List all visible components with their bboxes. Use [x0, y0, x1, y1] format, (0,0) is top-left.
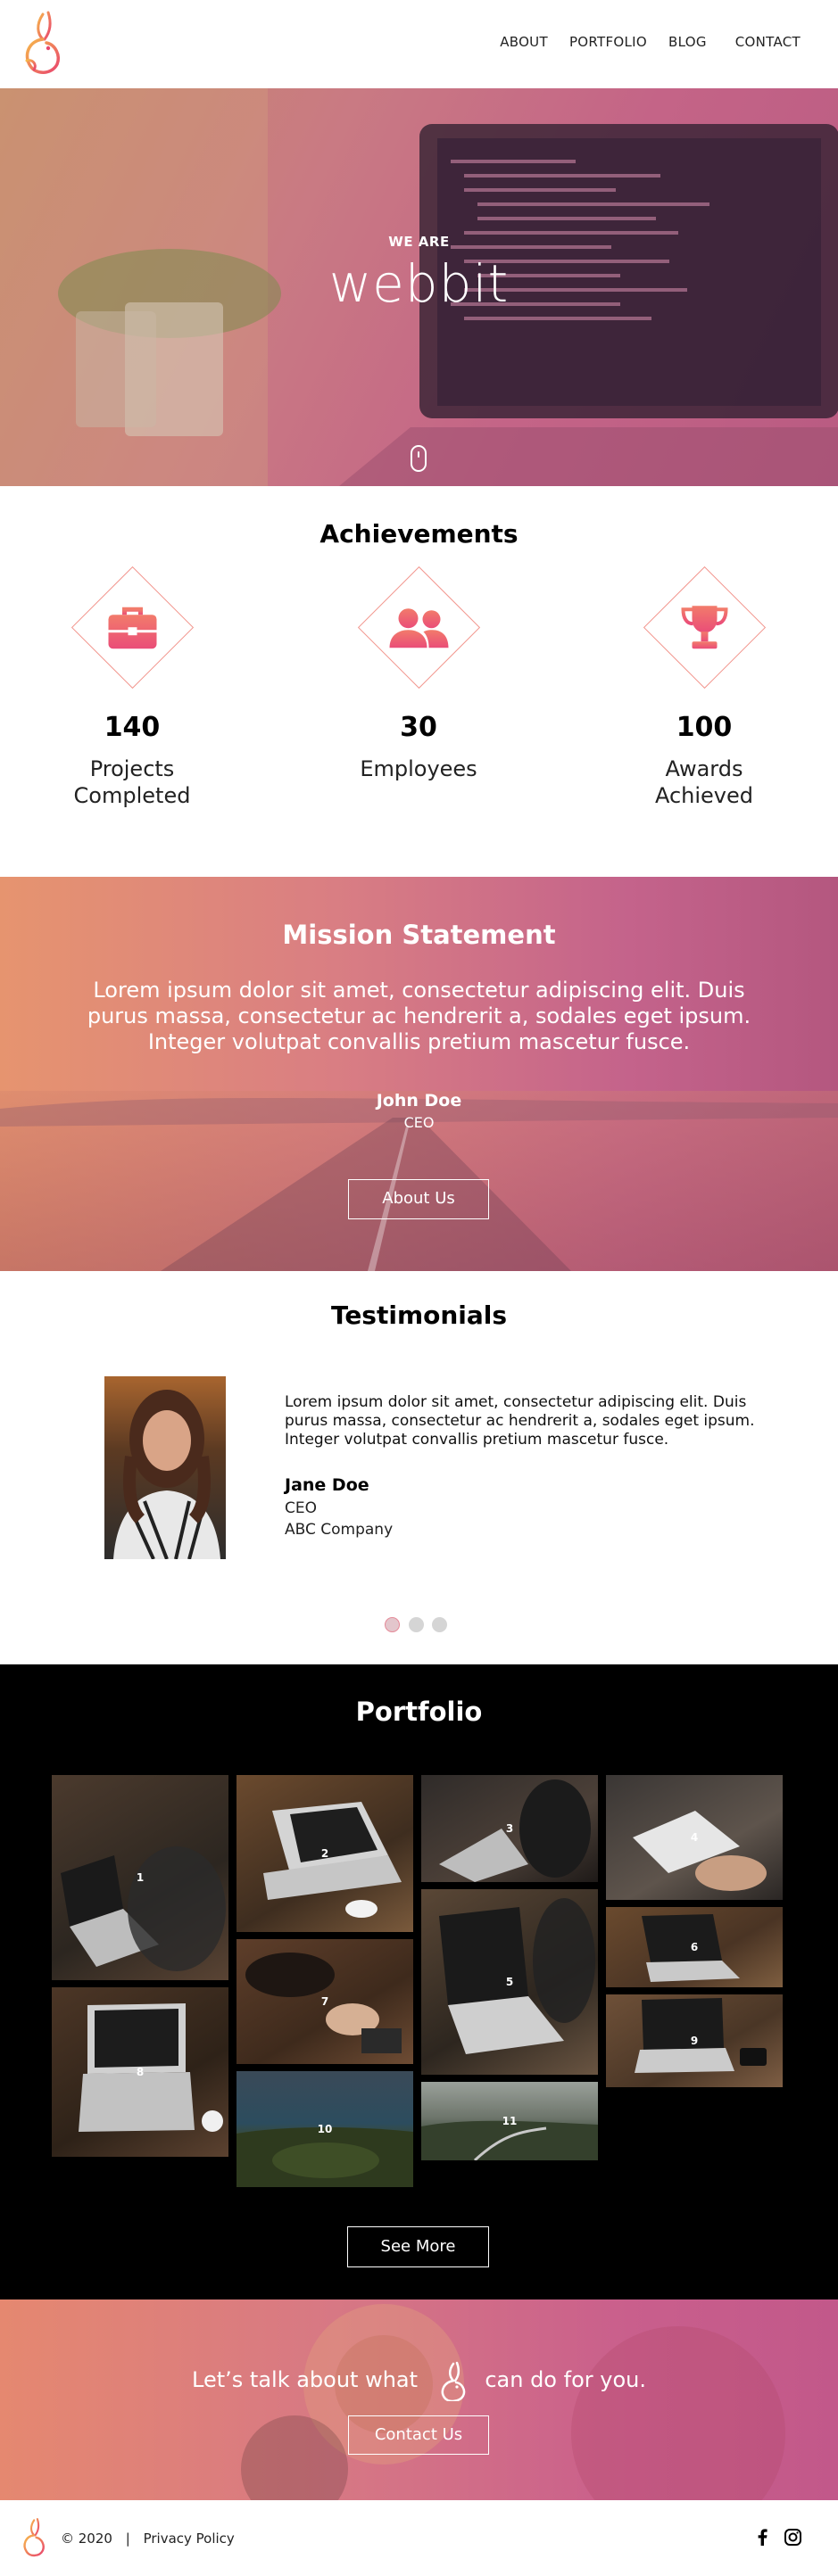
- achievement-label: Projects Completed: [65, 755, 199, 809]
- portfolio-tile-label: 4: [690, 1831, 699, 1844]
- portfolio-tile-label: 3: [505, 1822, 514, 1835]
- mission-title: Mission Statement: [282, 920, 556, 950]
- cta-line: Let’s talk about what can do for you.: [0, 2360, 838, 2401]
- achievement-label-line1: Projects: [89, 756, 175, 781]
- slider-dot-3[interactable]: [432, 1617, 447, 1632]
- contact-us-button[interactable]: Contact Us: [348, 2415, 489, 2455]
- achievement-label: Employees: [352, 755, 485, 782]
- achievement-value: 30: [400, 712, 437, 743]
- achievement-label-line2: Achieved: [654, 783, 754, 808]
- portfolio-tile-4[interactable]: 4: [606, 1775, 783, 1900]
- trophy-icon: [680, 605, 728, 648]
- nav-portfolio[interactable]: PORTFOLIO: [569, 34, 647, 50]
- achievement-label-line1: Employees: [360, 756, 477, 781]
- portfolio-tile-2[interactable]: 2: [236, 1775, 413, 1932]
- testimonials-title: Testimonials: [330, 1300, 508, 1330]
- nav-blog[interactable]: BLOG: [668, 34, 707, 50]
- portfolio-tile-6[interactable]: 6: [606, 1907, 783, 1987]
- achievement-label-line1: Awards: [665, 756, 743, 781]
- see-more-button[interactable]: See More: [347, 2226, 489, 2267]
- rabbit-logo-icon[interactable]: [16, 9, 66, 80]
- cta-text-before: Let’s talk about what: [192, 2367, 419, 2392]
- portfolio-tile-label: 1: [136, 1871, 145, 1884]
- nav-contact[interactable]: CONTACT: [735, 34, 801, 50]
- diamond-frame: [71, 566, 194, 689]
- testimonial-company: ABC Company: [285, 1521, 394, 1539]
- facebook-icon[interactable]: [758, 2529, 767, 2549]
- footer: © 2020 | Privacy Policy: [0, 2500, 838, 2576]
- diamond-frame: [357, 566, 480, 689]
- cta-text-after: can do for you.: [485, 2367, 646, 2392]
- portfolio-title: Portfolio: [355, 1697, 483, 1727]
- portfolio-tile-7[interactable]: 7: [236, 1939, 413, 2064]
- portfolio-tile-label: 6: [690, 1941, 699, 1953]
- testimonial-role: CEO: [285, 1499, 317, 1517]
- portfolio-tile-label: 10: [317, 2123, 333, 2135]
- slider-dot-2[interactable]: [409, 1617, 424, 1632]
- copyright-text: © 2020: [61, 2531, 112, 2547]
- portfolio-tile-label: 7: [320, 1995, 329, 2008]
- hero-title: webbit: [328, 253, 510, 314]
- achievement-awards: 100 Awards Achieved: [637, 566, 771, 809]
- achievement-label-line2: Completed: [73, 783, 191, 808]
- slider-dot-1[interactable]: [385, 1617, 400, 1632]
- portfolio-section: Portfolio 1 2 3 4 5 6 7 8 9 10 11 See Mo…: [0, 1664, 838, 2299]
- instagram-icon[interactable]: [784, 2529, 801, 2549]
- mission-author-role: CEO: [403, 1114, 435, 1131]
- portfolio-tile-label: 9: [690, 2035, 699, 2047]
- portfolio-tile-3[interactable]: 3: [421, 1775, 598, 1882]
- portfolio-tile-10[interactable]: 10: [236, 2071, 413, 2187]
- portfolio-tile-1[interactable]: 1: [52, 1775, 228, 1980]
- portfolio-tile-label: 5: [505, 1976, 514, 1988]
- privacy-policy-link[interactable]: Privacy Policy: [144, 2531, 235, 2547]
- about-us-button[interactable]: About Us: [348, 1179, 489, 1219]
- people-icon: [389, 607, 448, 648]
- portfolio-tile-5[interactable]: 5: [421, 1889, 598, 2075]
- hero-kicker: WE ARE: [388, 234, 450, 250]
- portfolio-tile-label: 8: [136, 2066, 145, 2078]
- achievement-projects: 140 Projects Completed: [65, 566, 199, 809]
- cta-section: Let’s talk about what can do for you. Co…: [0, 2299, 838, 2500]
- portfolio-tile-label: 2: [320, 1847, 329, 1860]
- testimonial-text: Lorem ipsum dolor sit amet, consectetur …: [285, 1393, 755, 1449]
- footer-links: © 2020 | Privacy Policy: [61, 2531, 235, 2547]
- achievement-value: 140: [104, 712, 161, 743]
- portfolio-tile-label: 11: [502, 2115, 518, 2127]
- mission-author: John Doe CEO: [0, 1091, 838, 1131]
- rabbit-logo-icon[interactable]: [18, 2516, 48, 2561]
- top-navbar: ABOUT PORTFOLIO BLOG CONTACT: [0, 0, 838, 88]
- hero-banner: WE ARE webbit: [0, 88, 838, 486]
- portfolio-tile-8[interactable]: 8: [52, 1987, 228, 2157]
- testimonial-photo: [104, 1376, 226, 1559]
- mission-author-name: John Doe: [376, 1091, 462, 1110]
- achievement-label: Awards Achieved: [637, 755, 771, 809]
- briefcase-icon: [108, 607, 156, 648]
- diamond-frame: [643, 566, 766, 689]
- achievement-employees: 30 Employees: [352, 566, 485, 782]
- scroll-down-mouse-icon[interactable]: [411, 445, 427, 472]
- rabbit-logo-icon: [441, 2361, 465, 2401]
- footer-separator: |: [125, 2531, 130, 2547]
- mission-section: Mission Statement Lorem ipsum dolor sit …: [0, 877, 838, 1271]
- portfolio-tile-11[interactable]: 11: [421, 2082, 598, 2160]
- achievements-title: Achievements: [319, 519, 519, 549]
- mission-quote: Lorem ipsum dolor sit amet, consectetur …: [87, 978, 751, 1054]
- nav-about[interactable]: ABOUT: [500, 34, 548, 50]
- achievement-value: 100: [676, 712, 733, 743]
- testimonial-name: Jane Doe: [285, 1475, 369, 1495]
- portfolio-tile-9[interactable]: 9: [606, 1994, 783, 2087]
